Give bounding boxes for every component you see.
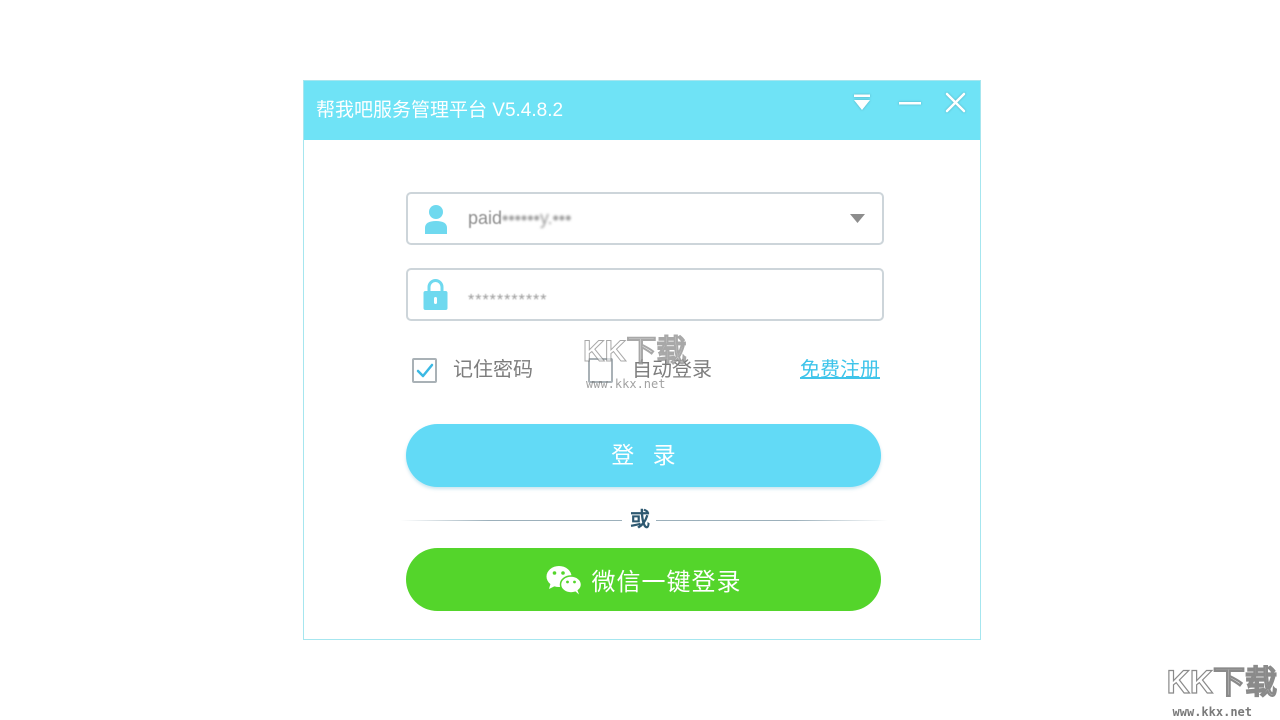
username-obscured-text: ••••••y.•••: [502, 208, 572, 228]
remember-password-checkbox[interactable]: [412, 358, 437, 383]
wechat-icon: [546, 565, 582, 595]
chevron-down-icon[interactable]: [850, 214, 865, 223]
corner-watermark-url: www.kkx.net: [1172, 705, 1252, 719]
wechat-login-button[interactable]: 微信一键登录: [406, 548, 881, 611]
wechat-login-label: 微信一键登录: [591, 569, 742, 596]
divider-or-text: 或: [630, 509, 650, 531]
minimize-icon[interactable]: [898, 91, 922, 115]
window-title: 帮我吧服务管理平台 V5.4.8.2: [316, 100, 564, 121]
checkmark-icon: [416, 363, 434, 378]
dropdown-menu-icon[interactable]: [850, 91, 874, 115]
password-field[interactable]: ***********: [406, 268, 884, 321]
close-icon[interactable]: [943, 91, 967, 115]
divider-line-left: [400, 520, 622, 521]
lock-icon: [422, 278, 449, 310]
remember-password-label[interactable]: 记住密码: [453, 358, 533, 383]
divider-line-right: [656, 520, 888, 521]
username-field[interactable]: paid••••••y.•••: [406, 192, 884, 245]
corner-watermark-logo: KK下载: [1166, 664, 1277, 700]
username-visible-text: paid: [468, 208, 503, 228]
auto-login-checkbox[interactable]: [588, 358, 613, 383]
register-link[interactable]: 免费注册: [800, 358, 880, 383]
login-window: 帮我吧服务管理平台 V5.4.8.2 paid••••••y.••• *****…: [303, 80, 981, 640]
username-value: paid••••••y.•••: [468, 194, 571, 243]
auto-login-label[interactable]: 自动登录: [632, 358, 712, 383]
password-value: ***********: [468, 292, 548, 309]
login-button[interactable]: 登 录: [406, 424, 881, 487]
user-icon: [424, 204, 448, 234]
title-bar: 帮我吧服务管理平台 V5.4.8.2: [304, 81, 980, 140]
